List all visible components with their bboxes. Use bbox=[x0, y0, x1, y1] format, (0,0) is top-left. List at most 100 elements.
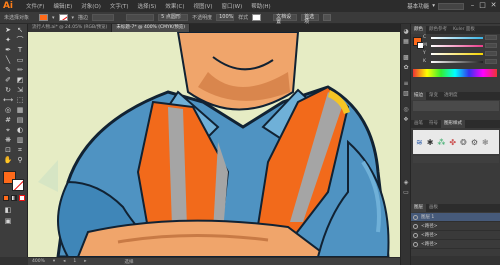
layers-icon[interactable]: ◈ bbox=[402, 179, 410, 187]
layer-row[interactable]: <路径> bbox=[411, 222, 500, 231]
menu-effect[interactable]: 效果(C) bbox=[165, 2, 184, 10]
artboards-icon[interactable]: ▭ bbox=[402, 189, 410, 197]
layer-row[interactable]: 图层 1 bbox=[411, 213, 500, 222]
variable-width-select[interactable] bbox=[126, 14, 155, 21]
tab-symbols[interactable]: 符号 bbox=[426, 120, 441, 128]
close-button[interactable]: ✕ bbox=[489, 1, 498, 10]
blob-brush-tool-icon[interactable]: ✐ bbox=[3, 76, 13, 85]
tab-graphic-styles[interactable]: 图形样式 bbox=[441, 120, 465, 128]
style-thumb-icon[interactable]: ≋ bbox=[416, 138, 423, 147]
none-mode-button[interactable] bbox=[19, 195, 25, 201]
yellow-slider[interactable] bbox=[431, 53, 483, 55]
line-tool-icon[interactable]: ╲ bbox=[3, 56, 13, 65]
visibility-eye-icon[interactable] bbox=[413, 223, 418, 229]
pencil-tool-icon[interactable]: ✏ bbox=[15, 66, 25, 75]
pen-tool-icon[interactable]: ✒ bbox=[3, 46, 13, 55]
blend-tool-icon[interactable]: ◐ bbox=[15, 126, 25, 135]
tab-color-guide[interactable]: 颜色参考 bbox=[426, 26, 450, 34]
menu-select[interactable]: 选择(S) bbox=[138, 2, 157, 10]
menu-type[interactable]: 文字(T) bbox=[110, 2, 129, 10]
symbol-sprayer-tool-icon[interactable]: ❋ bbox=[3, 136, 13, 145]
eyedropper-tool-icon[interactable]: ⌖ bbox=[3, 126, 13, 135]
tab-transparency[interactable]: 透明度 bbox=[441, 92, 461, 100]
cyan-slider[interactable] bbox=[431, 37, 483, 39]
tab-brushes[interactable]: 画笔 bbox=[411, 120, 426, 128]
rotate-tool-icon[interactable]: ↻ bbox=[3, 86, 13, 95]
menu-edit[interactable]: 编辑(E) bbox=[53, 2, 72, 10]
workspace-switcher[interactable]: 基本功能 ▾ bbox=[407, 2, 464, 10]
fill-swatch[interactable] bbox=[39, 14, 49, 21]
zoom-level[interactable]: 400% bbox=[32, 259, 45, 264]
brushes-icon[interactable]: ✿ bbox=[402, 64, 410, 72]
selection-tool-icon[interactable]: ➤ bbox=[3, 26, 13, 35]
artboard-tool-icon[interactable]: ⊡ bbox=[3, 146, 13, 155]
graphic-styles-icon[interactable]: ❖ bbox=[402, 116, 410, 124]
layer-row[interactable]: <路径> bbox=[411, 240, 500, 249]
cyan-value-input[interactable] bbox=[485, 35, 497, 40]
yellow-value-input[interactable] bbox=[485, 51, 497, 56]
column-graph-tool-icon[interactable]: ▥ bbox=[15, 136, 25, 145]
help-search-input[interactable] bbox=[438, 2, 464, 10]
stroke-color-swatch[interactable] bbox=[12, 179, 24, 191]
mesh-tool-icon[interactable]: # bbox=[3, 116, 13, 125]
magenta-slider[interactable] bbox=[431, 45, 483, 47]
menu-help[interactable]: 帮助(H) bbox=[251, 2, 270, 10]
arrange-icon[interactable] bbox=[323, 14, 332, 21]
tab-gradient[interactable]: 渐变 bbox=[426, 92, 441, 100]
style-thumb-icon[interactable]: ❃ bbox=[482, 138, 489, 147]
artboard-canvas[interactable] bbox=[28, 32, 400, 257]
rectangle-tool-icon[interactable]: ▭ bbox=[15, 56, 25, 65]
magic-wand-tool-icon[interactable]: ✦ bbox=[3, 36, 13, 45]
gradient-tool-icon[interactable]: ▤ bbox=[15, 116, 25, 125]
visibility-eye-icon[interactable] bbox=[413, 241, 418, 247]
black-value-input[interactable] bbox=[485, 59, 497, 64]
slice-tool-icon[interactable]: ⌗ bbox=[15, 146, 25, 155]
color-guide-icon[interactable]: ▦ bbox=[402, 38, 410, 46]
hand-tool-icon[interactable]: ✋ bbox=[3, 156, 13, 165]
stroke-icon[interactable]: ≡ bbox=[402, 80, 410, 88]
style-thumb-icon[interactable]: ✤ bbox=[449, 138, 456, 147]
color-panel-icon[interactable]: ◕ bbox=[402, 28, 410, 36]
opacity-input[interactable]: 100% bbox=[216, 14, 235, 21]
color-mode-button[interactable] bbox=[3, 195, 9, 201]
style-thumb-icon[interactable]: ❂ bbox=[460, 138, 467, 147]
tab-stroke[interactable]: 描边 bbox=[411, 92, 426, 100]
tab-kuler[interactable]: Kuler 面板 bbox=[450, 26, 478, 34]
gradient-mode-button[interactable] bbox=[11, 195, 17, 201]
visibility-eye-icon[interactable] bbox=[413, 214, 418, 220]
menu-file[interactable]: 文件(F) bbox=[26, 2, 44, 10]
perspective-grid-tool-icon[interactable]: ▦ bbox=[15, 106, 25, 115]
minimize-button[interactable]: – bbox=[468, 1, 477, 10]
draw-normal-icon[interactable]: ◧ bbox=[3, 206, 13, 215]
style-thumb-icon[interactable]: ⚙ bbox=[471, 138, 478, 147]
direct-selection-tool-icon[interactable]: ↖ bbox=[15, 26, 25, 35]
menu-window[interactable]: 窗口(W) bbox=[222, 2, 243, 10]
opacity-label[interactable]: 不透明度 bbox=[192, 14, 212, 21]
menu-object[interactable]: 对象(O) bbox=[81, 2, 101, 10]
color-spectrum[interactable] bbox=[413, 69, 497, 77]
tab-document-1[interactable]: 流行人物.ai* @ 24.05% (RGB/预览) bbox=[28, 24, 113, 32]
prev-artboard-icon[interactable]: ◂ bbox=[63, 259, 65, 264]
swatches-icon[interactable]: ▩ bbox=[402, 54, 410, 62]
style-thumb-icon[interactable]: ⁂ bbox=[437, 138, 445, 147]
stroke-width-select[interactable] bbox=[92, 14, 115, 21]
magenta-value-input[interactable] bbox=[485, 43, 497, 48]
scale-tool-icon[interactable]: ⇲ bbox=[15, 86, 25, 95]
appearance-icon[interactable]: ◎ bbox=[402, 106, 410, 114]
style-swatch[interactable] bbox=[252, 14, 262, 21]
layer-row[interactable]: <路径> bbox=[411, 231, 500, 240]
width-tool-icon[interactable]: ⟷ bbox=[3, 96, 13, 105]
preferences-button[interactable]: 首选项 bbox=[301, 14, 320, 25]
free-transform-tool-icon[interactable]: ⬚ bbox=[15, 96, 25, 105]
black-slider[interactable] bbox=[431, 61, 483, 63]
screen-mode-icon[interactable]: ▣ bbox=[3, 217, 13, 226]
stroke-label[interactable]: 描边 bbox=[78, 14, 88, 21]
brush-select[interactable]: 5 点圆形 bbox=[158, 14, 189, 21]
tab-layers[interactable]: 图层 bbox=[411, 204, 426, 212]
artboard-number[interactable]: 1 bbox=[73, 259, 76, 264]
tab-document-2[interactable]: 未标题-7* @ 400% (CMYK/预览) bbox=[112, 24, 191, 32]
zoom-tool-icon[interactable]: ⚲ bbox=[15, 156, 25, 165]
visibility-eye-icon[interactable] bbox=[413, 232, 418, 238]
tab-artboards[interactable]: 画板 bbox=[426, 204, 441, 212]
style-thumb-icon[interactable]: ✱ bbox=[427, 138, 434, 147]
